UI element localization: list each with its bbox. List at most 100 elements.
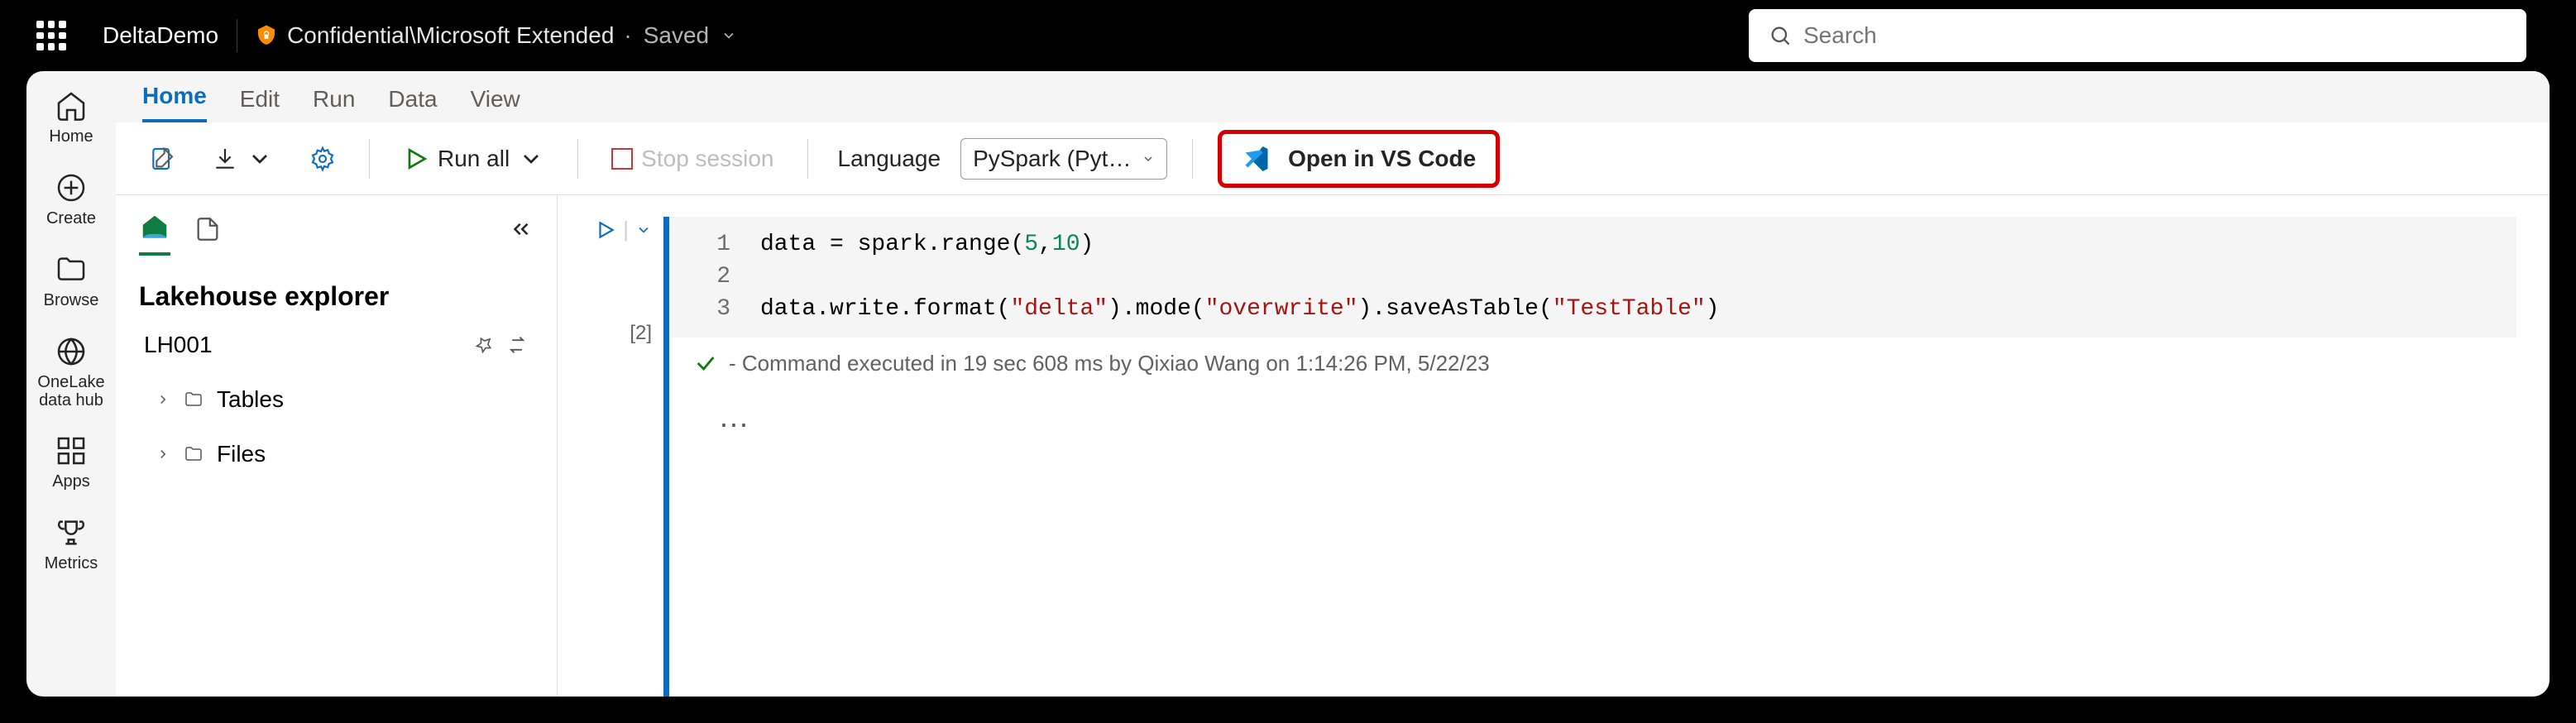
left-nav-rail: Home Create Browse OneLake data hub Apps…: [26, 71, 116, 697]
chevron-down-icon: [247, 146, 273, 172]
play-icon: [595, 219, 616, 241]
create-icon: [55, 171, 88, 204]
download-icon: [212, 146, 238, 172]
tree-label: Files: [217, 441, 266, 467]
lakehouse-explorer-panel: Lakehouse explorer LH001 Tables Files: [116, 195, 558, 697]
shield-icon: [254, 23, 279, 48]
folder-icon: [55, 253, 88, 286]
code-text: "delta": [1010, 296, 1108, 322]
line-number: 2: [694, 261, 730, 293]
code-text: data = spark.range(: [760, 232, 1024, 257]
tab-home[interactable]: Home: [142, 73, 207, 122]
run-cell-button[interactable]: |: [595, 217, 652, 242]
rail-create[interactable]: Create: [26, 168, 116, 232]
code-text: 10: [1052, 232, 1080, 257]
rail-label: Apps: [52, 472, 90, 491]
lakehouse-icon: [139, 212, 170, 243]
code-text: data.write.format(: [760, 296, 1010, 322]
code-editor[interactable]: 1 data = spark.range(5,10) 2 3 data.writ…: [669, 217, 2516, 338]
chevron-double-left-icon: [509, 217, 534, 242]
play-icon: [403, 146, 429, 172]
gear-icon: [309, 146, 336, 172]
lakehouse-selection[interactable]: LH001: [139, 323, 534, 366]
chevron-right-icon: [156, 447, 170, 462]
sensitivity-text: Confidential\Microsoft Extended: [287, 22, 614, 49]
code-text: ).mode(: [1108, 296, 1205, 322]
chevron-right-icon: [156, 392, 170, 407]
notebook-pencil-icon: [149, 146, 175, 172]
trophy-icon: [55, 516, 88, 549]
rail-apps[interactable]: Apps: [26, 431, 116, 495]
chevron-down-icon[interactable]: [635, 222, 652, 238]
language-label: Language: [838, 146, 941, 172]
code-text: 5: [1024, 232, 1038, 257]
app-name: DeltaDemo: [103, 22, 218, 49]
checkmark-icon: [694, 352, 717, 375]
search-box[interactable]: [1749, 9, 2526, 62]
ribbon-tabstrip: Home Edit Run Data View: [116, 71, 2550, 122]
open-in-vscode-button[interactable]: Open in VS Code: [1218, 130, 1500, 188]
download-button[interactable]: [203, 139, 281, 179]
run-all-label: Run all: [438, 146, 510, 172]
stop-session-label: Stop session: [641, 146, 773, 172]
explorer-title: Lakehouse explorer: [139, 281, 534, 312]
file-icon: [194, 215, 222, 243]
stop-session-button[interactable]: Stop session: [603, 139, 782, 179]
selected-lakehouse-name: LH001: [144, 332, 462, 358]
line-number: 1: [694, 228, 730, 261]
rail-onelake[interactable]: OneLake data hub: [26, 332, 116, 413]
rail-label: Metrics: [45, 554, 98, 573]
search-icon: [1769, 24, 1792, 47]
collapse-panel-button[interactable]: [509, 217, 534, 246]
toolbar: Run all Stop session Language PySpark (P…: [116, 122, 2550, 195]
vscode-icon: [1242, 144, 1271, 174]
app-launcher[interactable]: [36, 21, 66, 50]
onelake-icon: [55, 335, 88, 368]
settings-button[interactable]: [301, 139, 344, 179]
tree-folder-tables[interactable]: Tables: [139, 378, 534, 421]
language-value: PySpark (Pytho...: [973, 146, 1133, 172]
cell-more-menu[interactable]: ···: [669, 390, 2516, 457]
rail-home[interactable]: Home: [26, 86, 116, 150]
tab-run[interactable]: Run: [313, 76, 355, 122]
rail-label: Create: [46, 209, 96, 228]
swap-icon[interactable]: [505, 333, 529, 357]
code-cell[interactable]: 1 data = spark.range(5,10) 2 3 data.writ…: [663, 217, 2516, 697]
rail-browse[interactable]: Browse: [26, 250, 116, 314]
language-select[interactable]: PySpark (Pytho...: [960, 138, 1167, 180]
vscode-button-label: Open in VS Code: [1288, 146, 1476, 172]
tree-label: Tables: [217, 386, 284, 413]
line-number: 3: [694, 293, 730, 325]
tab-data[interactable]: Data: [388, 76, 437, 122]
rail-label: Browse: [44, 291, 99, 310]
chevron-down-icon: [721, 27, 737, 44]
code-text: ): [1706, 296, 1720, 322]
tree-folder-files[interactable]: Files: [139, 433, 534, 476]
run-all-button[interactable]: Run all: [395, 139, 553, 179]
notebook-settings-button[interactable]: [141, 139, 184, 179]
status-text: - Command executed in 19 sec 608 ms by Q…: [729, 351, 1490, 376]
rail-metrics[interactable]: Metrics: [26, 513, 116, 577]
folder-icon: [182, 390, 205, 409]
search-input[interactable]: [1803, 22, 2507, 49]
code-text: "overwrite": [1205, 296, 1358, 322]
save-status[interactable]: · Saved: [624, 22, 737, 49]
rail-label: OneLake data hub: [26, 373, 116, 409]
pin-icon[interactable]: [474, 335, 494, 355]
tab-view[interactable]: View: [471, 76, 520, 122]
rail-label: Home: [49, 127, 93, 146]
code-text: ).saveAsTable(: [1358, 296, 1553, 322]
apps-icon: [55, 434, 88, 467]
code-text: "TestTable": [1553, 296, 1706, 322]
explorer-tab-lakehouse[interactable]: [139, 207, 170, 256]
code-text: ,: [1038, 232, 1052, 257]
stop-icon: [611, 148, 633, 170]
chevron-down-icon: [518, 146, 544, 172]
home-icon: [55, 89, 88, 122]
cell-status: - Command executed in 19 sec 608 ms by Q…: [669, 338, 2516, 390]
chevron-down-icon: [1142, 151, 1155, 166]
explorer-tab-files[interactable]: [194, 210, 222, 252]
notebook-editor: | [2] 1 data = spark.range(5,10) 2: [558, 195, 2550, 697]
sensitivity-label[interactable]: Confidential\Microsoft Extended: [254, 22, 614, 49]
tab-edit[interactable]: Edit: [240, 76, 280, 122]
